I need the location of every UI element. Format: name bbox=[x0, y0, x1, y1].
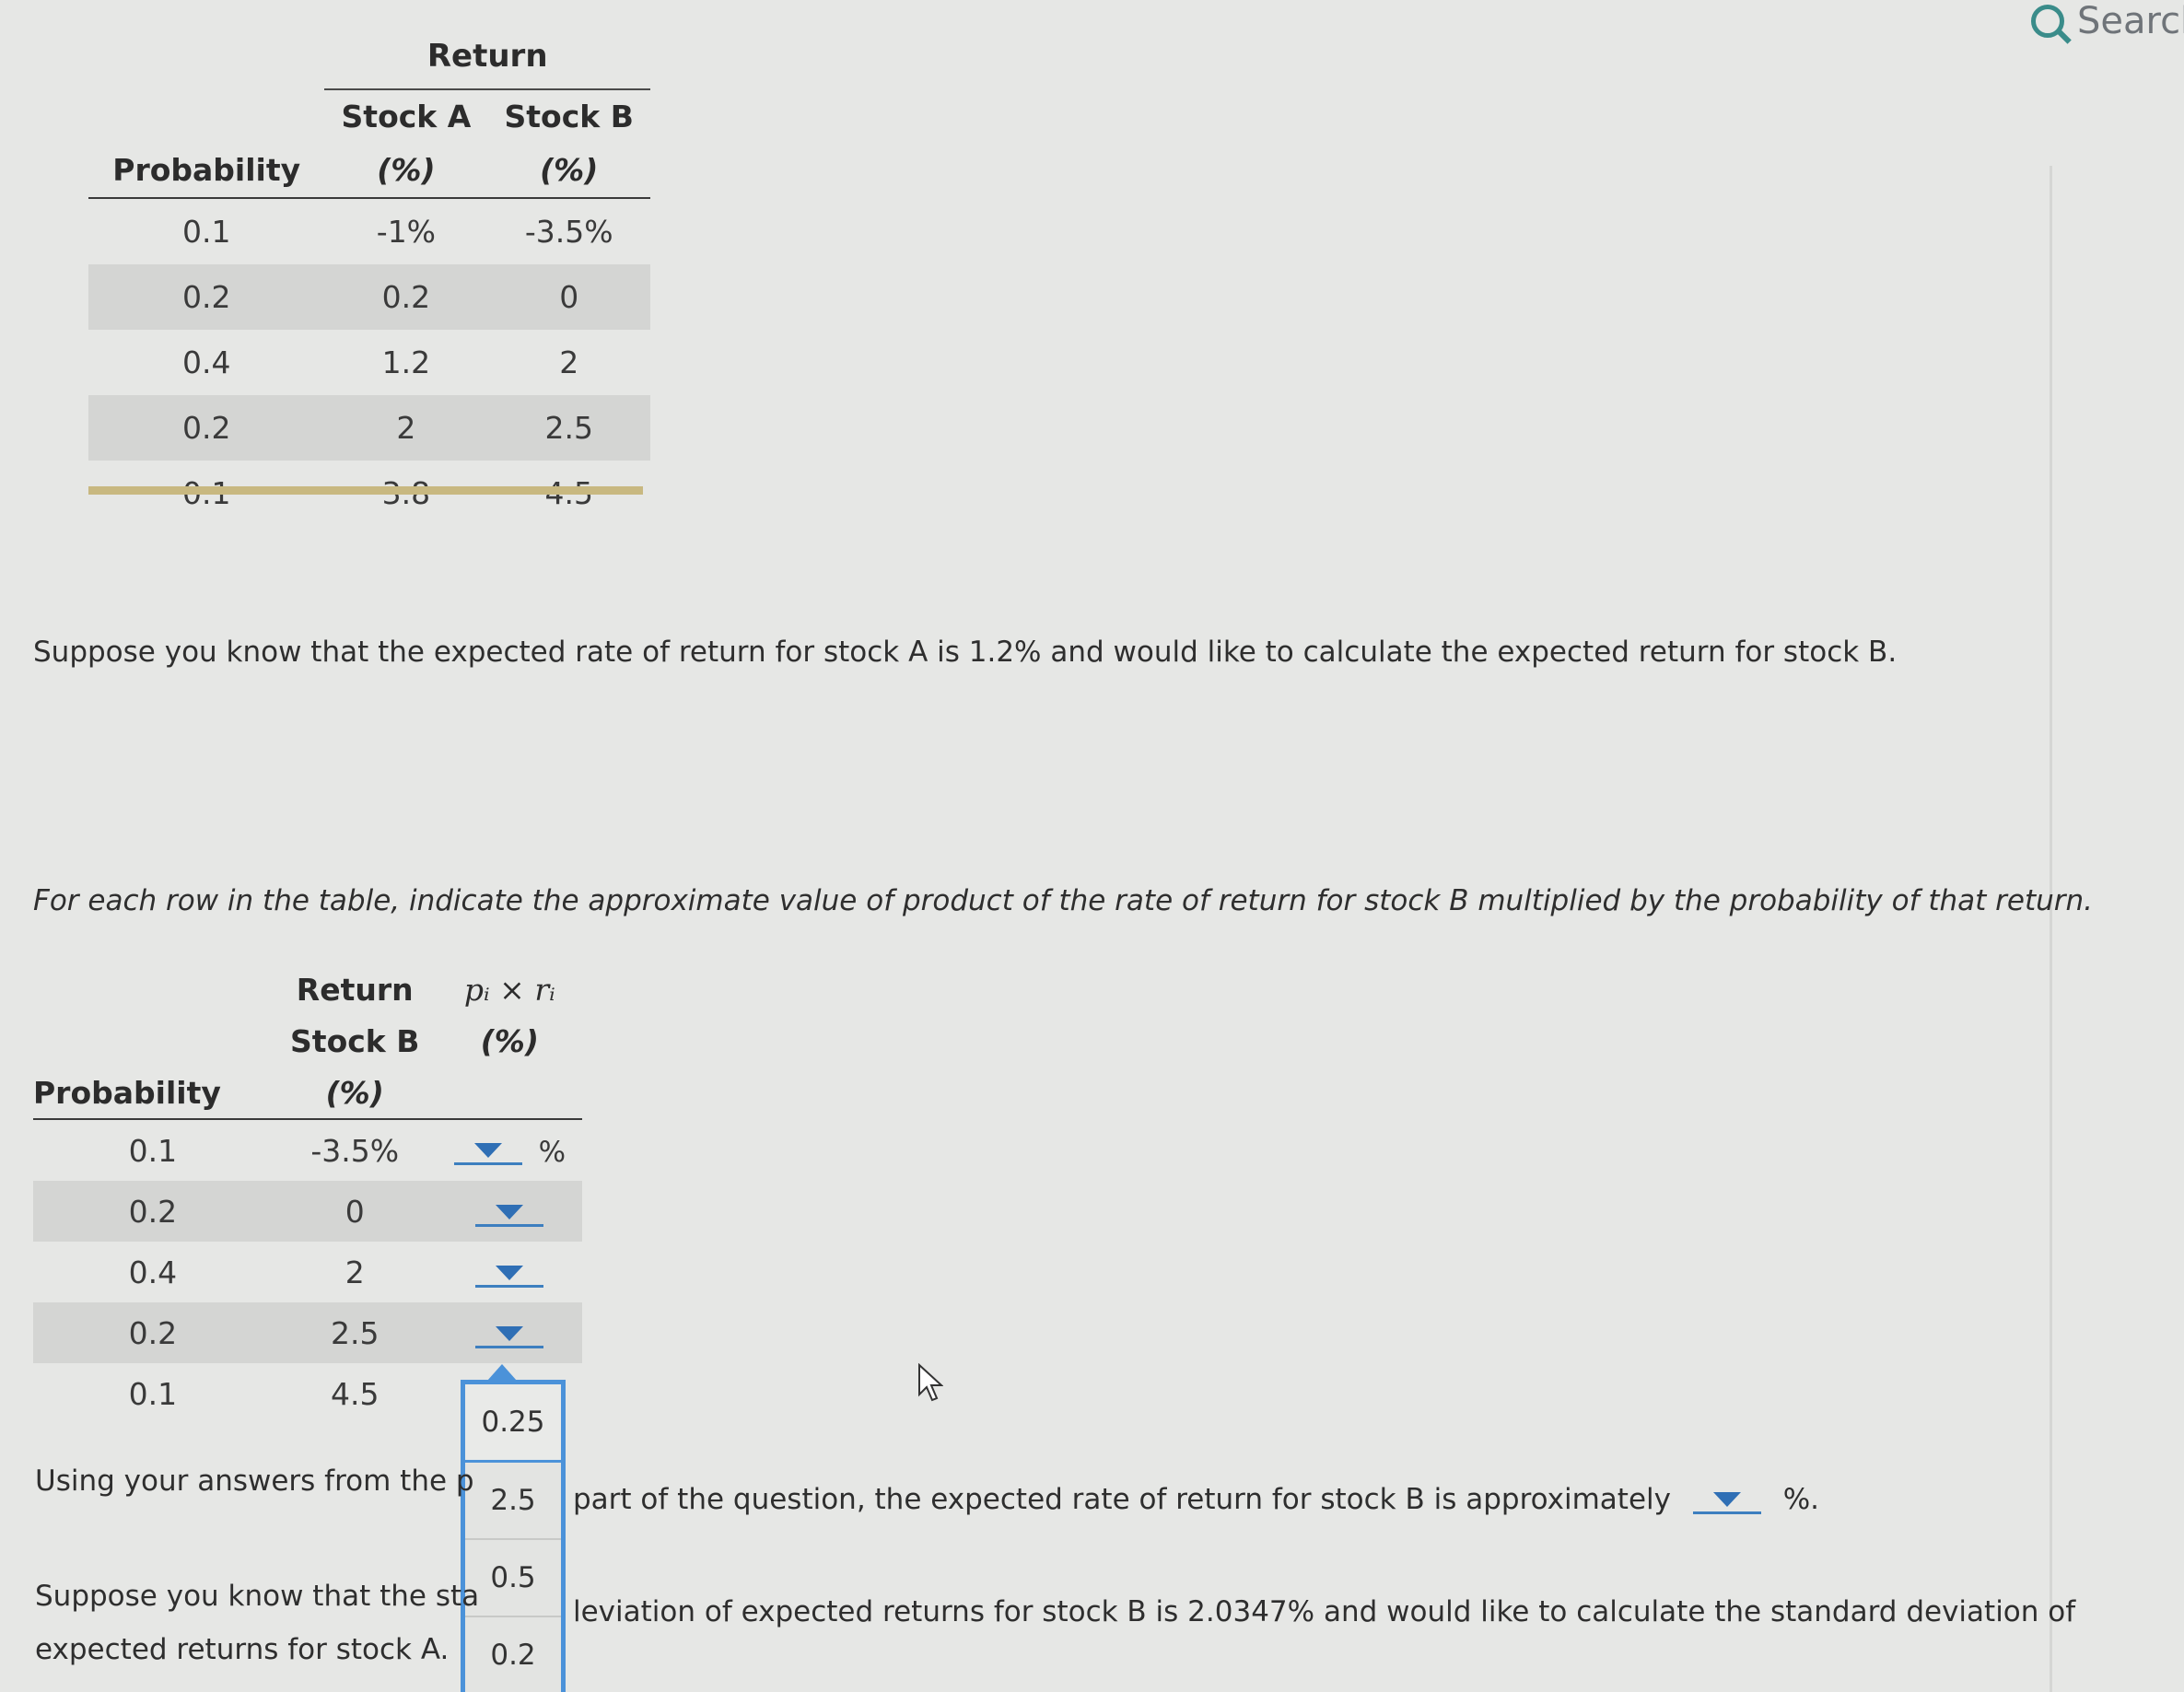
product-dropdown-row4[interactable] bbox=[475, 1322, 544, 1348]
table-bottom-bar bbox=[88, 486, 643, 495]
stock-b-header-2: Stock B bbox=[290, 1022, 420, 1059]
products-table: Return pᵢ × rᵢ Stock B (%) Probability (… bbox=[33, 963, 582, 1424]
dropdown-option[interactable]: 0.5 bbox=[465, 1540, 561, 1617]
chevron-down-icon bbox=[496, 1325, 524, 1341]
table-row: 0.2 0.2 0 bbox=[88, 264, 650, 330]
expected-return-statement: Suppose you know that the expected rate … bbox=[33, 636, 1898, 669]
table-row: 0.2 0 bbox=[33, 1181, 582, 1242]
product-dropdown-row1[interactable] bbox=[453, 1138, 522, 1166]
stock-a-unit: (%) bbox=[324, 142, 488, 199]
chevron-down-icon bbox=[496, 1265, 524, 1280]
returns-table: Return Stock A Stock B Probability (%) (… bbox=[88, 24, 650, 526]
formula-header: pᵢ × rᵢ bbox=[463, 971, 555, 1008]
content-edge bbox=[2050, 166, 2052, 1692]
table-row: 0.2 2.5 bbox=[33, 1302, 582, 1363]
table-row: 0.2 2 2.5 bbox=[88, 395, 650, 461]
search-label: Search bbox=[2077, 0, 2184, 42]
page: Search Return Stock A Stock B Probabilit… bbox=[0, 0, 2184, 1692]
stock-a-header: Stock A bbox=[341, 98, 472, 134]
stock-b-unit-2: (%) bbox=[272, 1067, 438, 1120]
dropdown-option[interactable]: 0.25 bbox=[465, 1384, 561, 1463]
return-group-header-2: Return bbox=[296, 971, 414, 1008]
chevron-down-icon bbox=[1712, 1492, 1741, 1507]
table-row: 0.4 2 bbox=[33, 1242, 582, 1302]
std-dev-text-start: Suppose you know that the sta bbox=[35, 1580, 480, 1613]
dropdown-listbox[interactable]: 0.25 2.5 0.5 0.2 bbox=[461, 1364, 566, 1692]
stock-b-unit: (%) bbox=[487, 142, 650, 199]
using-answers-text-end: part of the question, the expected rate … bbox=[573, 1483, 1820, 1516]
mouse-cursor-icon bbox=[918, 1363, 943, 1402]
product-dropdown-row3[interactable] bbox=[475, 1261, 544, 1288]
probability-header: Probability bbox=[88, 142, 325, 199]
table-row: 0.1 -1% -3.5% bbox=[181, 214, 613, 250]
search-icon bbox=[2031, 5, 2064, 38]
chevron-down-icon bbox=[473, 1143, 502, 1159]
chevron-down-icon bbox=[496, 1204, 524, 1219]
instruction-text: For each row in the table, indicate the … bbox=[33, 884, 2094, 917]
std-dev-text-end: leviation of expected returns for stock … bbox=[573, 1595, 2076, 1628]
using-answers-text-start: Using your answers from the p bbox=[35, 1464, 474, 1498]
return-group-header: Return bbox=[324, 24, 650, 90]
expected-returns-a-text: expected returns for stock A. bbox=[35, 1633, 450, 1666]
caret-up-icon bbox=[487, 1364, 517, 1381]
expected-return-dropdown[interactable] bbox=[1692, 1488, 1761, 1514]
table-row: 0.4 1.2 2 bbox=[181, 344, 579, 380]
search-box[interactable]: Search bbox=[2031, 0, 2184, 42]
stock-b-header: Stock B bbox=[504, 98, 634, 134]
dropdown-option[interactable]: 0.2 bbox=[465, 1617, 561, 1692]
probability-header-2: Probability bbox=[33, 1067, 273, 1120]
table-row: 0.1 -3.5% % bbox=[128, 1132, 566, 1169]
formula-unit: (%) bbox=[480, 1022, 539, 1059]
product-dropdown-row2[interactable] bbox=[475, 1200, 544, 1227]
dropdown-option[interactable]: 2.5 bbox=[465, 1463, 561, 1540]
